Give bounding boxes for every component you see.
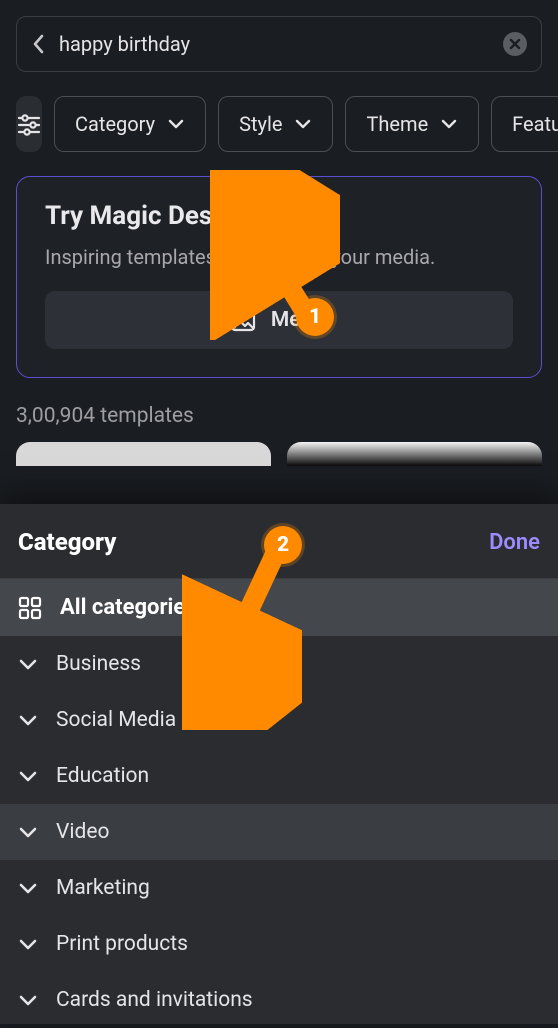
back-icon[interactable] bbox=[31, 32, 47, 56]
category-label: Cards and invitations bbox=[56, 988, 253, 1012]
filter-chip-label: Theme bbox=[366, 112, 428, 136]
category-item-print-products[interactable]: Print products bbox=[0, 916, 558, 972]
category-item-cards-invitations[interactable]: Cards and invitations bbox=[0, 972, 558, 1028]
category-item-business[interactable]: Business bbox=[0, 636, 558, 692]
filter-chip-feature[interactable]: Feature bbox=[491, 96, 558, 152]
beta-badge: BETA bbox=[263, 205, 317, 228]
chevron-down-icon bbox=[167, 118, 185, 130]
media-button[interactable]: Media bbox=[45, 291, 513, 349]
category-label: Education bbox=[56, 764, 149, 788]
template-count: 3,00,904 templates bbox=[0, 378, 558, 442]
filter-chip-label: Feature bbox=[512, 112, 558, 136]
filter-settings-button[interactable] bbox=[16, 96, 42, 152]
clear-search-icon[interactable] bbox=[503, 32, 527, 56]
filter-row: Category Style Theme Feature bbox=[0, 72, 558, 152]
search-input[interactable] bbox=[59, 32, 491, 56]
chevron-down-icon bbox=[18, 881, 38, 895]
grid-icon bbox=[18, 596, 42, 620]
chevron-down-icon bbox=[18, 657, 38, 671]
category-label: Print products bbox=[56, 932, 188, 956]
magic-design-title: Try Magic Design bbox=[45, 201, 249, 231]
magic-design-card: Try Magic Design BETA Inspiring template… bbox=[16, 176, 542, 378]
filter-chip-category[interactable]: Category bbox=[54, 96, 206, 152]
filter-chip-theme[interactable]: Theme bbox=[345, 96, 479, 152]
category-label: Business bbox=[56, 652, 141, 676]
category-label: Social Media bbox=[56, 708, 176, 732]
category-label: Marketing bbox=[56, 876, 150, 900]
category-label: All categories bbox=[60, 595, 197, 620]
category-item-marketing[interactable]: Marketing bbox=[0, 860, 558, 916]
chevron-down-icon bbox=[440, 118, 458, 130]
annotation-marker-2: 2 bbox=[264, 526, 302, 564]
category-label: Video bbox=[56, 820, 109, 844]
sliders-icon bbox=[16, 111, 42, 137]
chevron-down-icon bbox=[18, 713, 38, 727]
chevron-down-icon bbox=[18, 825, 38, 839]
template-thumbnail[interactable] bbox=[287, 442, 542, 466]
search-bar[interactable] bbox=[16, 16, 542, 72]
category-item-education[interactable]: Education bbox=[0, 748, 558, 804]
sheet-title: Category bbox=[18, 528, 116, 556]
filter-chip-style[interactable]: Style bbox=[218, 96, 333, 152]
category-item-social-media[interactable]: Social Media bbox=[0, 692, 558, 748]
template-grid bbox=[0, 442, 558, 466]
chevron-down-icon bbox=[18, 993, 38, 1007]
category-all[interactable]: All categories bbox=[0, 579, 558, 636]
category-item-video[interactable]: Video bbox=[0, 804, 558, 860]
chevron-down-icon bbox=[294, 118, 312, 130]
category-sheet: Category Done All categories Business So… bbox=[0, 504, 558, 1024]
annotation-marker-1: 1 bbox=[296, 298, 334, 336]
chevron-down-icon bbox=[18, 769, 38, 783]
done-button[interactable]: Done bbox=[489, 530, 540, 555]
filter-chip-label: Category bbox=[75, 112, 155, 136]
media-icon bbox=[229, 307, 257, 333]
filter-chip-label: Style bbox=[239, 112, 282, 136]
chevron-down-icon bbox=[18, 937, 38, 951]
template-thumbnail[interactable] bbox=[16, 442, 271, 466]
magic-design-subtitle: Inspiring templates crafted with your me… bbox=[45, 245, 513, 269]
